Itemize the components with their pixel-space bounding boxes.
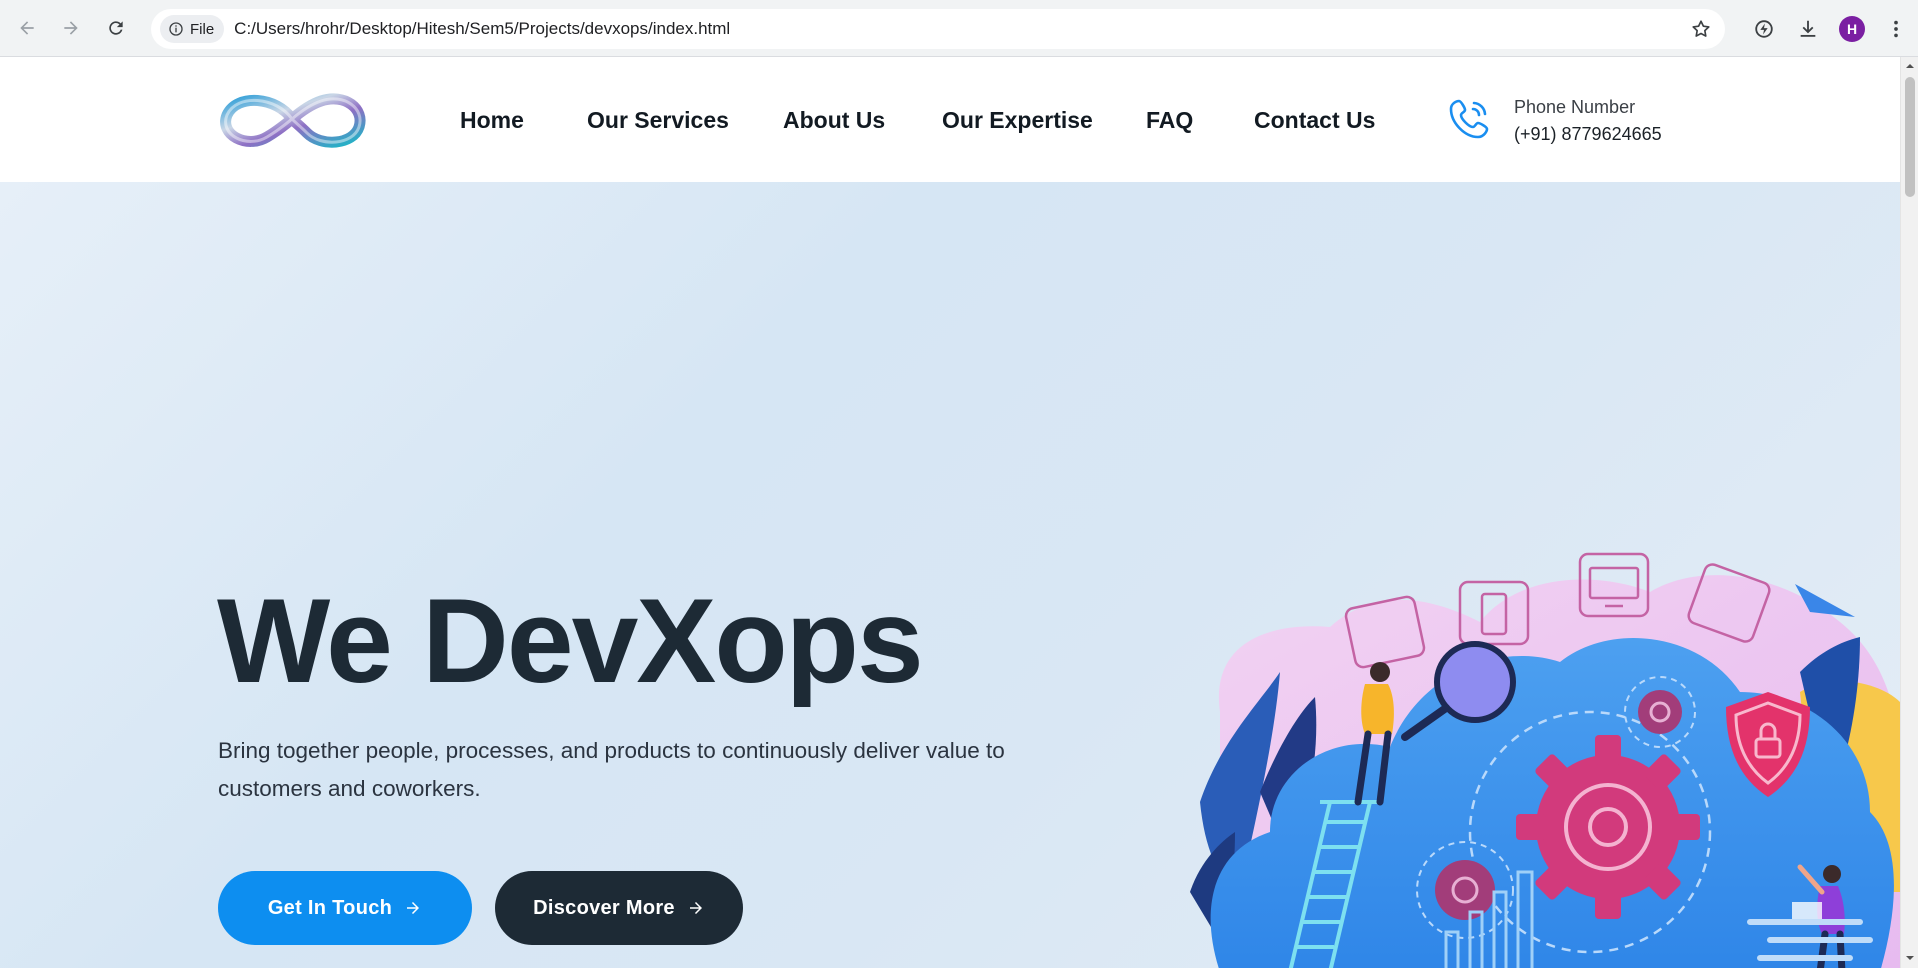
reload-icon	[109, 21, 123, 35]
devops-cloud-illustration	[1190, 552, 1900, 968]
browser-toolbar: File C:/Users/hrohr/Desktop/Hitesh/Sem5/…	[0, 0, 1918, 57]
nav-our-expertise[interactable]: Our Expertise	[942, 107, 1093, 134]
hero-subtitle: Bring together people, processes, and pr…	[218, 738, 1005, 801]
site-info-chip[interactable]: File	[160, 15, 225, 43]
arrow-right-icon	[407, 902, 420, 914]
browser-menu-button[interactable]	[1874, 7, 1918, 51]
file-chip-label: File	[190, 20, 215, 38]
menu-dots-icon	[1894, 20, 1898, 37]
hero-title: We DevXops	[217, 574, 924, 708]
large-gear-icon	[1516, 735, 1700, 919]
small-gear-icon	[1638, 690, 1682, 734]
discover-more-label: Discover More	[533, 896, 675, 919]
back-button[interactable]	[9, 10, 45, 46]
bookmark-button[interactable]	[1689, 17, 1713, 41]
site-header: Home Our Services About Us Our Expertise…	[0, 57, 1900, 182]
hero-section: We DevXops Bring together people, proces…	[0, 182, 1900, 968]
downloads-button[interactable]	[1786, 7, 1830, 51]
phone-icon	[1449, 99, 1489, 139]
phone-label: Phone Number	[1514, 97, 1636, 117]
forward-button[interactable]	[53, 10, 89, 46]
nav-our-services[interactable]: Our Services	[587, 107, 729, 134]
scroll-thumb[interactable]	[1905, 77, 1915, 197]
nav-faq[interactable]: FAQ	[1146, 107, 1193, 134]
scroll-down-arrow-icon[interactable]	[1905, 953, 1915, 963]
performance-button[interactable]	[1742, 7, 1786, 51]
small-gear-icon	[1435, 860, 1495, 920]
download-icon	[1800, 20, 1816, 37]
info-icon	[169, 22, 183, 36]
performance-icon	[1755, 19, 1773, 38]
profile-button[interactable]: H	[1830, 7, 1874, 51]
forward-arrow-icon	[64, 21, 78, 35]
page-scrollbar[interactable]	[1900, 57, 1918, 968]
reload-button[interactable]	[98, 10, 134, 46]
star-icon	[1692, 20, 1710, 37]
scroll-up-arrow-icon[interactable]	[1905, 61, 1915, 71]
get-in-touch-button[interactable]: Get In Touch	[218, 871, 472, 945]
nav-about-us[interactable]: About Us	[783, 107, 885, 134]
nav-home[interactable]: Home	[460, 107, 524, 134]
phone-number[interactable]: (+91) 8779624665	[1514, 124, 1662, 145]
avatar: H	[1839, 15, 1865, 42]
nav-contact-us[interactable]: Contact Us	[1254, 107, 1375, 134]
arrow-right-icon	[689, 902, 702, 914]
back-arrow-icon	[20, 21, 34, 35]
get-in-touch-label: Get In Touch	[267, 896, 393, 919]
url-text: C:/Users/hrohr/Desktop/Hitesh/Sem5/Proje…	[234, 19, 731, 38]
address-bar[interactable]: File C:/Users/hrohr/Desktop/Hitesh/Sem5/…	[151, 9, 1725, 49]
devxops-logo[interactable]	[217, 87, 367, 152]
discover-more-button[interactable]: Discover More	[495, 871, 743, 945]
